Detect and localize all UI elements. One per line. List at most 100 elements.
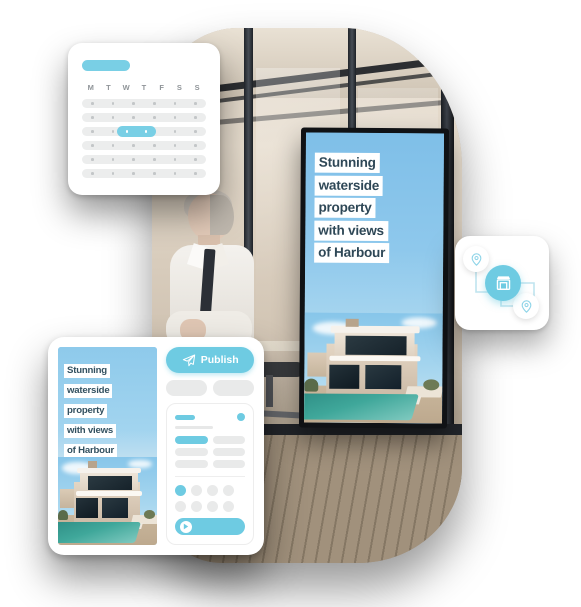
calendar-day-cell[interactable]: [103, 155, 124, 164]
swatch[interactable]: [223, 484, 235, 496]
calendar-day-cell[interactable]: [82, 155, 103, 164]
swatch[interactable]: [207, 500, 219, 512]
swatch-row: [175, 484, 245, 496]
store-icon[interactable]: [485, 265, 521, 301]
calendar-week-row[interactable]: [82, 155, 206, 164]
day-header: S: [176, 83, 183, 92]
calendar-week-row[interactable]: [82, 169, 206, 178]
headline-line: property: [64, 403, 108, 418]
calendar-day-cell[interactable]: [103, 169, 124, 178]
publish-button[interactable]: Publish: [166, 347, 254, 373]
secondary-button-row: [166, 380, 254, 396]
map-pin-icon[interactable]: [513, 293, 539, 319]
calendar-day-cell[interactable]: [123, 113, 144, 122]
calendar-day-cell[interactable]: [82, 113, 103, 122]
form-field-rows: [175, 435, 245, 468]
store-glyph: [496, 276, 510, 291]
scene-root: Stunning waterside property with views o…: [0, 0, 581, 607]
locations-network[interactable]: [455, 236, 549, 330]
calendar-week-row[interactable]: [82, 141, 206, 150]
calendar-day-cell[interactable]: [82, 127, 103, 136]
calendar-day-cell[interactable]: [165, 169, 186, 178]
calendar-day-cell[interactable]: [123, 141, 144, 150]
calendar-day-cell[interactable]: [165, 127, 186, 136]
form-field[interactable]: [175, 447, 208, 456]
calendar-day-cell[interactable]: [185, 113, 206, 122]
form-field-selected[interactable]: [175, 435, 208, 444]
villa-upper-window: [87, 475, 132, 491]
calendar-day-cell[interactable]: [165, 155, 186, 164]
secondary-button[interactable]: [166, 380, 208, 396]
play-button[interactable]: [175, 518, 245, 535]
headline-line: property: [314, 197, 376, 219]
calendar-day-cell[interactable]: [144, 141, 165, 150]
calendar-day-cell[interactable]: [103, 141, 124, 150]
calendar-day-cell[interactable]: [123, 169, 144, 178]
villa-chimney: [87, 461, 97, 469]
digital-signage-display[interactable]: Stunning waterside property with views o…: [298, 127, 450, 429]
day-header: W: [122, 83, 130, 92]
calendar-day-cell[interactable]: [185, 155, 206, 164]
form-field[interactable]: [212, 459, 245, 468]
calendar-day-cell[interactable]: [185, 99, 206, 108]
calendar-week-row[interactable]: [82, 126, 206, 137]
form-field[interactable]: [212, 435, 245, 444]
headline-line: of Harbour: [314, 242, 390, 264]
editor-controls: Publish: [166, 347, 254, 545]
calendar-selected-range[interactable]: [117, 126, 156, 137]
calendar-day-cell[interactable]: [82, 169, 103, 178]
office-chair-post: [266, 375, 273, 407]
calendar-grid[interactable]: [82, 99, 206, 178]
shrub: [58, 509, 68, 521]
day-header: T: [141, 83, 147, 92]
calendar-day-cell[interactable]: [144, 155, 165, 164]
calendar-day-cell[interactable]: [144, 169, 165, 178]
swatch[interactable]: [207, 484, 219, 496]
villa-lower-window: [364, 364, 401, 390]
calendar-day-cell[interactable]: [185, 169, 206, 178]
calendar-day-cell[interactable]: [165, 99, 186, 108]
calendar-day-cell[interactable]: [144, 113, 165, 122]
swatch[interactable]: [191, 500, 203, 512]
villa-illustration: [303, 312, 443, 424]
day-header: F: [159, 83, 165, 92]
villa-roof: [330, 325, 420, 334]
swatch[interactable]: [223, 500, 235, 512]
form-label-chip: [175, 414, 196, 420]
villa-lower-window: [75, 498, 98, 518]
swatch-row: [175, 500, 245, 512]
calendar-week-row[interactable]: [82, 113, 206, 122]
form-field-row: [175, 447, 245, 456]
calendar-day-cell[interactable]: [123, 99, 144, 108]
calendar-day-cell[interactable]: [82, 141, 103, 150]
shrub: [304, 378, 319, 392]
calendar-day-headers: M T W T F S S: [82, 83, 206, 92]
play-icon: [180, 520, 193, 533]
shrub: [143, 509, 156, 519]
calendar-day-cell[interactable]: [165, 141, 186, 150]
form-field-row: [175, 459, 245, 468]
calendar-day-cell[interactable]: [185, 141, 206, 150]
calendar-day-cell[interactable]: [82, 99, 103, 108]
person-hair-back: [210, 195, 234, 235]
content-editor[interactable]: Stunning waterside property with views o…: [48, 337, 264, 555]
swatch[interactable]: [175, 500, 187, 512]
calendar-day-cell[interactable]: [123, 155, 144, 164]
content-preview[interactable]: Stunning waterside property with views o…: [58, 347, 158, 545]
secondary-button[interactable]: [213, 380, 254, 396]
swatch-selected[interactable]: [175, 484, 187, 496]
swatch[interactable]: [191, 484, 203, 496]
scheduling-calendar[interactable]: M T W T F S S: [68, 43, 220, 195]
calendar-day-cell[interactable]: [165, 113, 186, 122]
calendar-week-row[interactable]: [82, 99, 206, 108]
calendar-day-cell[interactable]: [144, 99, 165, 108]
map-pin-icon[interactable]: [463, 246, 489, 272]
calendar-day-cell[interactable]: [185, 127, 206, 136]
form-field[interactable]: [175, 459, 208, 468]
headline-line: with views: [314, 220, 388, 241]
form-status-dot[interactable]: [237, 413, 245, 421]
calendar-day-cell[interactable]: [103, 113, 124, 122]
calendar-day-cell[interactable]: [103, 99, 124, 108]
headline-line: of Harbour: [64, 443, 118, 458]
form-field[interactable]: [212, 447, 245, 456]
